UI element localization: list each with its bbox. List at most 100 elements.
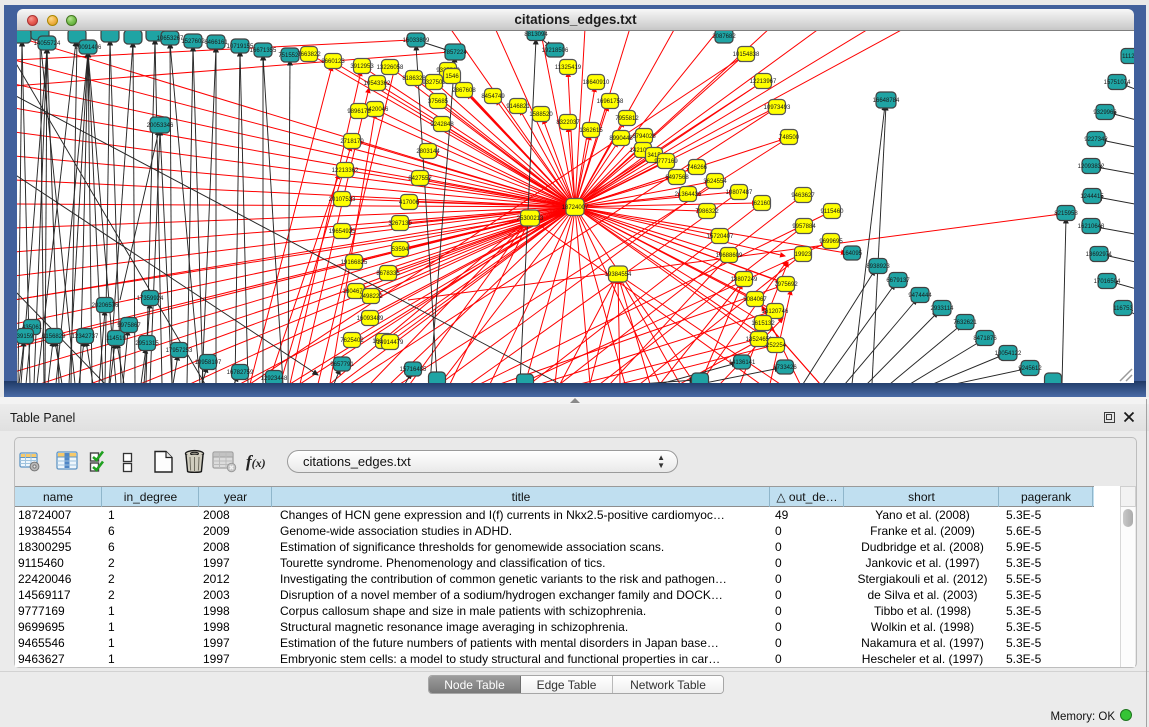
svg-text:21364436: 21364436: [675, 192, 702, 198]
svg-text:12093832: 12093832: [1078, 164, 1105, 170]
svg-text:17957253: 17957253: [166, 348, 193, 354]
svg-text:3912953: 3912953: [350, 64, 374, 70]
svg-text:9146821: 9146821: [506, 104, 530, 110]
svg-text:9327508: 9327508: [422, 80, 446, 86]
svg-text:9777169: 9777169: [654, 159, 678, 165]
svg-text:19384554: 19384554: [605, 272, 632, 278]
svg-text:7986322: 7986322: [695, 209, 719, 215]
svg-text:9242848: 9242848: [430, 122, 454, 128]
svg-text:1615132: 1615132: [751, 321, 775, 327]
svg-text:748500: 748500: [779, 135, 800, 141]
svg-text:3267130: 3267130: [388, 221, 412, 227]
svg-text:16033809: 16033809: [403, 38, 430, 44]
svg-text:1362615: 1362615: [579, 128, 603, 134]
svg-text:9329966: 9329966: [1093, 110, 1117, 116]
svg-text:14914479: 14914479: [377, 340, 404, 346]
svg-text:6497568: 6497568: [665, 175, 689, 181]
svg-text:7663822: 7663822: [297, 52, 321, 58]
svg-text:7625402: 7625402: [340, 338, 364, 344]
svg-text:1546: 1546: [445, 74, 459, 80]
svg-text:1527602: 1527602: [181, 39, 205, 45]
svg-text:53594: 53594: [392, 247, 409, 253]
svg-text:375685: 375685: [428, 99, 449, 105]
svg-text:14136141: 14136141: [729, 360, 756, 366]
svg-text:10807487: 10807487: [726, 190, 753, 196]
svg-text:417006: 417006: [399, 200, 420, 206]
svg-text:20053346: 20053346: [147, 123, 174, 129]
svg-text:2718170: 2718170: [340, 139, 364, 145]
svg-text:8938923: 8938923: [866, 264, 890, 270]
svg-text:9699695: 9699695: [819, 239, 843, 245]
svg-text:116753: 116753: [1113, 306, 1133, 312]
svg-text:18807249: 18807249: [731, 277, 758, 283]
svg-text:12213362: 12213362: [332, 168, 359, 174]
svg-text:164095: 164095: [842, 251, 863, 257]
svg-text:2867608: 2867608: [452, 88, 476, 94]
svg-text:11123: 11123: [1122, 54, 1134, 60]
svg-text:8678335: 8678335: [376, 271, 400, 277]
svg-text:19218506: 19218506: [542, 48, 569, 54]
svg-text:114519: 114519: [106, 336, 126, 342]
svg-text:39159: 39159: [17, 334, 34, 340]
svg-text:6679137: 6679137: [886, 278, 910, 284]
svg-text:12213967: 12213967: [750, 79, 777, 85]
svg-text:10958107: 10958107: [195, 360, 222, 366]
svg-text:20091406: 20091406: [75, 45, 102, 51]
svg-text:17016504: 17016504: [1094, 279, 1121, 285]
svg-text:9245612: 9245612: [1018, 366, 1042, 372]
svg-text:9115460: 9115460: [821, 209, 845, 215]
svg-text:8427552: 8427552: [408, 176, 432, 182]
svg-text:16782759: 16782759: [227, 370, 254, 376]
svg-text:10543362: 10543362: [364, 81, 391, 87]
svg-text:7632621: 7632621: [953, 320, 977, 326]
svg-text:7498222: 7498222: [359, 294, 383, 300]
svg-text:9084067: 9084067: [743, 297, 767, 303]
svg-text:6466161: 6466161: [204, 40, 228, 46]
svg-text:2951315: 2951315: [135, 341, 159, 347]
svg-text:16093489: 16093489: [357, 316, 384, 322]
svg-text:10653267: 10653267: [157, 36, 184, 42]
svg-text:15716485: 15716485: [400, 367, 427, 373]
svg-text:1156829: 1156829: [43, 334, 67, 340]
svg-text:18724007: 18724007: [562, 205, 589, 211]
svg-text:18640910: 18640910: [583, 80, 610, 86]
svg-text:16210643: 16210643: [1078, 224, 1105, 230]
svg-text:9975867: 9975867: [117, 323, 141, 329]
svg-text:1733426: 1733426: [773, 365, 797, 371]
svg-text:20107533: 20107533: [329, 197, 356, 203]
svg-text:15751074: 15751074: [1104, 80, 1131, 86]
svg-text:2803144: 2803144: [416, 149, 440, 155]
svg-text:8215958: 8215958: [1054, 211, 1078, 217]
svg-text:8990448: 8990448: [609, 136, 633, 142]
svg-text:14055724: 14055724: [34, 41, 61, 47]
svg-text:17359924: 17359924: [137, 296, 164, 302]
svg-text:7955812: 7955812: [615, 116, 639, 122]
svg-text:9463627: 9463627: [791, 193, 815, 199]
svg-text:9896178: 9896178: [347, 109, 371, 115]
svg-text:19166825: 19166825: [341, 260, 368, 266]
svg-text:8454749: 8454749: [481, 94, 505, 100]
svg-text:746266: 746266: [687, 165, 708, 171]
svg-text:9957884: 9957884: [792, 224, 816, 230]
svg-text:12923448: 12923448: [261, 376, 288, 382]
svg-text:2933114: 2933114: [931, 306, 955, 312]
svg-text:12342737: 12342737: [72, 334, 99, 340]
svg-text:62160: 62160: [754, 201, 771, 207]
svg-text:8471876: 8471876: [973, 336, 997, 342]
svg-text:16961758: 16961758: [597, 99, 624, 105]
svg-text:252254: 252254: [766, 343, 787, 349]
svg-text:15720407: 15720407: [707, 234, 734, 240]
svg-text:8813094: 8813094: [524, 32, 548, 38]
svg-text:20206576: 20206576: [92, 303, 119, 309]
svg-text:10973493: 10973493: [764, 105, 791, 111]
svg-text:9227342: 9227342: [1084, 137, 1108, 143]
svg-text:13226058: 13226058: [377, 65, 404, 71]
svg-text:16648784: 16648784: [873, 98, 900, 104]
svg-text:6794028: 6794028: [632, 134, 656, 140]
svg-text:3624554: 3624554: [703, 179, 727, 185]
svg-text:16671355: 16671355: [250, 48, 277, 54]
svg-text:9474444: 9474444: [908, 293, 932, 299]
svg-text:25300213: 25300213: [517, 216, 544, 222]
svg-text:7975692: 7975692: [774, 282, 798, 288]
svg-text:2087682: 2087682: [712, 34, 736, 40]
